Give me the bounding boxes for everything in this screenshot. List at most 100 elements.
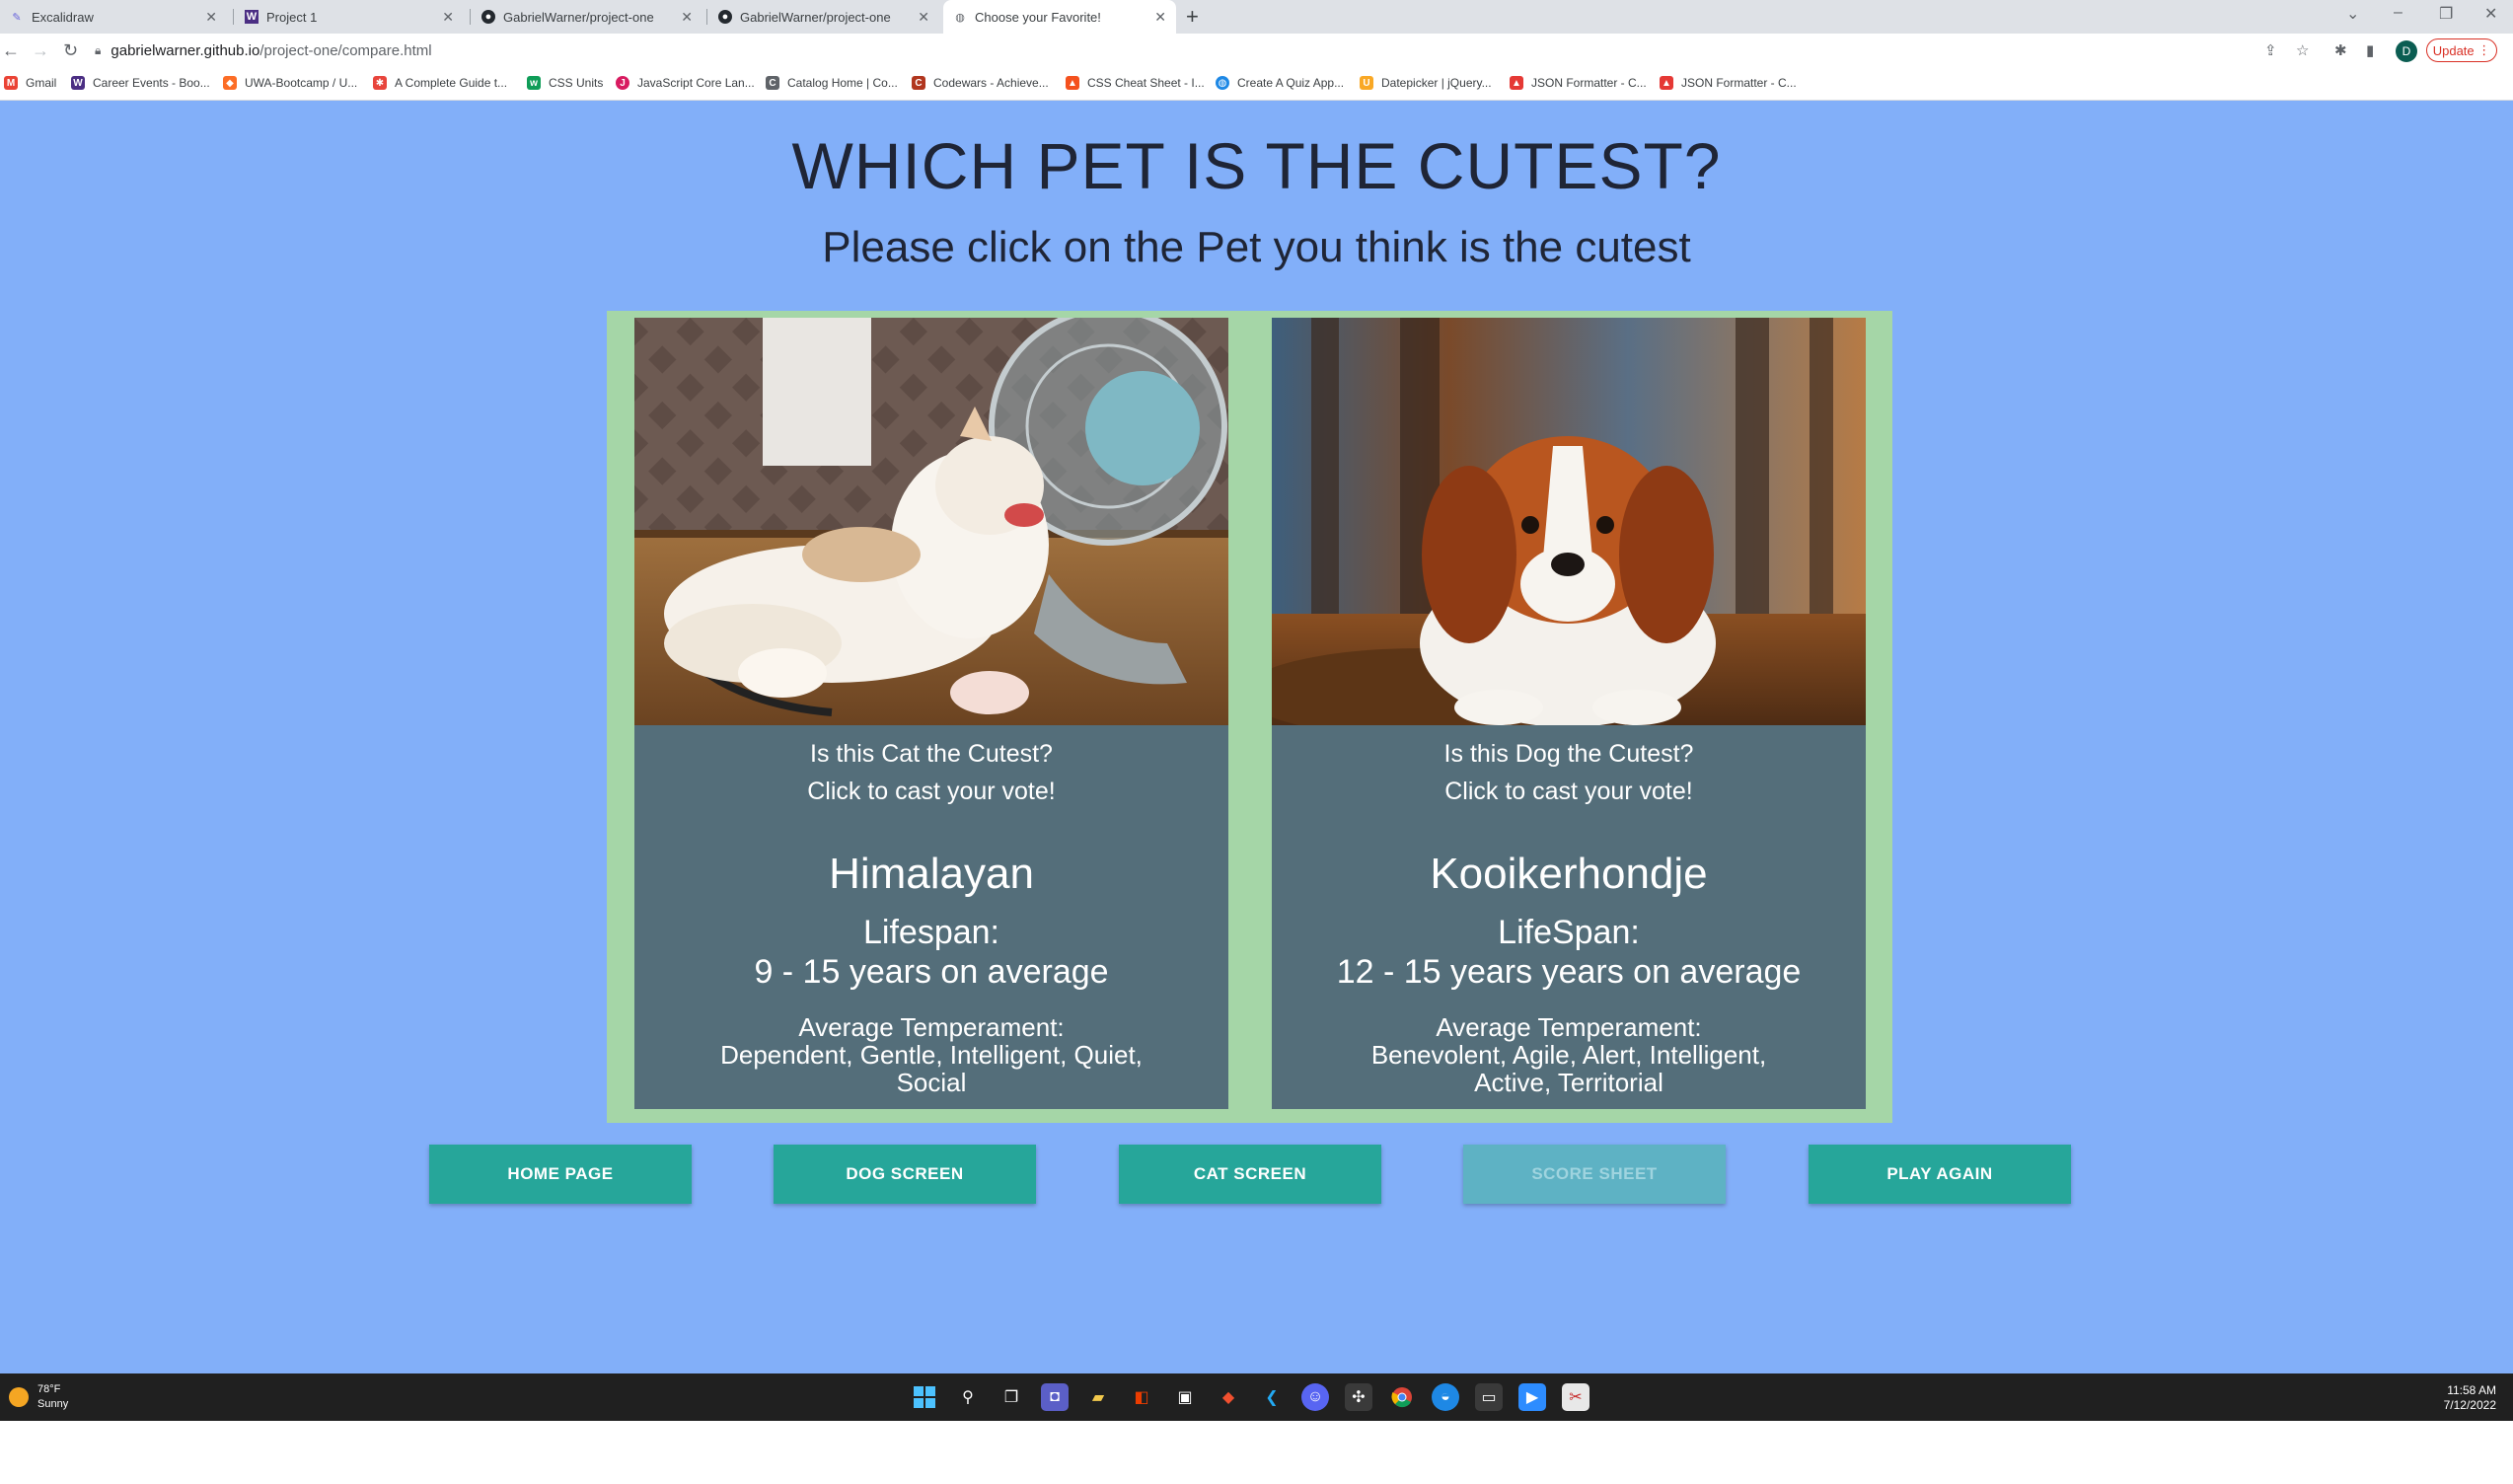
url-path: /project-one/compare.html	[259, 42, 432, 59]
dog-breed: Kooikerhondje	[1430, 850, 1708, 898]
bookmark-label: UWA-Bootcamp / U...	[245, 76, 358, 90]
javascript-icon: J	[616, 76, 629, 90]
vscode-icon[interactable]: ❮	[1258, 1383, 1286, 1411]
bookmark-gmail[interactable]: M Gmail	[4, 76, 56, 90]
pet-comparison-area: Is this Cat the Cutest? Click to cast yo…	[607, 311, 1892, 1123]
bookmark-json-formatter-1[interactable]: ▲ JSON Formatter - C...	[1510, 76, 1647, 90]
dog-photo	[1272, 318, 1866, 725]
office-icon[interactable]: ◧	[1128, 1383, 1155, 1411]
bookmark-complete-guide[interactable]: ✱ A Complete Guide t...	[373, 76, 507, 90]
tab-github-1[interactable]: ● GabrielWarner/project-one ✕	[472, 0, 702, 34]
forward-button[interactable]: →	[32, 40, 49, 61]
dog-cta: Click to cast your vote!	[1444, 778, 1693, 805]
weather-widget[interactable]: 78°F Sunny	[37, 1382, 68, 1412]
bookmark-datepicker[interactable]: U Datepicker | jQuery...	[1360, 76, 1492, 90]
bookmark-career-events[interactable]: W Career Events - Boo...	[71, 76, 210, 90]
tab-title: Choose your Favorite!	[975, 9, 1101, 25]
update-label: Update	[2432, 42, 2475, 58]
avatar[interactable]: D	[2396, 40, 2417, 62]
bookmark-css-units[interactable]: w CSS Units	[527, 76, 603, 90]
extensions-icon[interactable]: ✱	[2334, 41, 2347, 59]
url-field[interactable]: 🔒︎ gabrielwarner.github.io/project-one/c…	[95, 42, 432, 59]
bookmark-codewars[interactable]: C Codewars - Achieve...	[912, 76, 1049, 90]
tab-choose-your-favorite[interactable]: ◍ Choose your Favorite! ✕	[943, 0, 1176, 34]
clock-time: 11:58 AM	[2447, 1383, 2496, 1397]
bookmark-javascript-core[interactable]: J JavaScript Core Lan...	[616, 76, 755, 90]
play-again-button[interactable]: PLAY AGAIN	[1809, 1145, 2071, 1204]
minimize-button[interactable]: –	[2394, 4, 2402, 22]
close-icon[interactable]: ✕	[918, 9, 929, 26]
terminal-icon[interactable]: ▭	[1475, 1383, 1503, 1411]
close-icon[interactable]: ✕	[442, 9, 454, 26]
teams-chat-icon[interactable]: ◘	[1041, 1383, 1069, 1411]
dog-lifespan-value: 12 - 15 years years on average	[1336, 953, 1802, 991]
search-icon[interactable]: ⚲	[954, 1383, 982, 1411]
close-icon[interactable]: ✕	[1154, 9, 1166, 26]
fox-icon: ▲	[1066, 76, 1079, 90]
dog-screen-button[interactable]: DOG SCREEN	[774, 1145, 1036, 1204]
snipping-tool-icon[interactable]: ✂	[1562, 1383, 1589, 1411]
page-subtitle: Please click on the Pet you think is the…	[822, 223, 1691, 271]
new-tab-button[interactable]: +	[1186, 4, 1199, 30]
messenger-icon[interactable]: ◒	[1432, 1383, 1459, 1411]
system-clock[interactable]: 11:58 AM 7/12/2022	[2444, 1383, 2496, 1413]
page-content: WHICH PET IS THE CUTEST? Please click on…	[0, 101, 2513, 1373]
file-explorer-icon[interactable]: ▰	[1084, 1383, 1112, 1411]
bookmark-label: Create A Quiz App...	[1237, 76, 1345, 90]
windows-start-icon[interactable]	[911, 1383, 938, 1411]
weather-condition: Sunny	[37, 1398, 69, 1410]
chrome-icon[interactable]	[1388, 1383, 1416, 1411]
sun-icon[interactable]	[9, 1387, 29, 1407]
cat-lifespan-label: Lifespan:	[863, 914, 999, 951]
discord-icon[interactable]: ☺	[1301, 1383, 1329, 1411]
cat-card[interactable]: Is this Cat the Cutest? Click to cast yo…	[634, 318, 1228, 1109]
tab-excalidraw[interactable]: ✎ Excalidraw ✕	[0, 0, 227, 34]
asterisk-icon: ✱	[373, 76, 387, 90]
bookmark-catalog-home[interactable]: C Catalog Home | Co...	[766, 76, 898, 90]
cat-cta: Click to cast your vote!	[807, 778, 1056, 805]
reload-button[interactable]: ↻	[63, 40, 78, 61]
github-icon: ●	[481, 10, 495, 24]
tab-search-icon[interactable]: ⌄	[2346, 4, 2359, 24]
close-window-button[interactable]: ✕	[2484, 4, 2497, 24]
side-panel-icon[interactable]: ▮	[2366, 41, 2374, 59]
tab-project-1[interactable]: W Project 1 ✕	[235, 0, 464, 34]
store-icon[interactable]: ▣	[1171, 1383, 1199, 1411]
bookmarks-bar: M Gmail W Career Events - Boo... ◆ UWA-Boot…	[0, 67, 2513, 101]
back-button[interactable]: ←	[2, 40, 20, 61]
w-icon: W	[245, 10, 259, 24]
share-icon[interactable]: ⇪	[2264, 41, 2277, 59]
bookmark-label: Catalog Home | Co...	[787, 76, 898, 90]
bookmark-label: A Complete Guide t...	[395, 76, 508, 90]
restore-button[interactable]: ❐	[2439, 4, 2453, 24]
cat-screen-button[interactable]: CAT SCREEN	[1119, 1145, 1381, 1204]
cat-photo	[634, 318, 1228, 725]
bookmark-label: JSON Formatter - C...	[1531, 76, 1647, 90]
dog-card[interactable]: Is this Dog the Cutest? Click to cast yo…	[1272, 318, 1866, 1109]
cat-breed: Himalayan	[829, 850, 1034, 898]
codewars-icon: C	[912, 76, 925, 90]
close-icon[interactable]: ✕	[205, 9, 217, 26]
bookmark-star-icon[interactable]: ☆	[2296, 41, 2309, 59]
update-button[interactable]: Update ⋮	[2426, 38, 2497, 62]
globe-icon: ◍	[1216, 76, 1229, 90]
slack-icon[interactable]: ✣	[1345, 1383, 1372, 1411]
home-page-button[interactable]: HOME PAGE	[429, 1145, 692, 1204]
jquery-icon: U	[1360, 76, 1373, 90]
tab-github-2[interactable]: ● GabrielWarner/project-one ✕	[708, 0, 939, 34]
git-icon[interactable]: ◆	[1215, 1383, 1242, 1411]
bookmark-uwa-bootcamp[interactable]: ◆ UWA-Bootcamp / U...	[223, 76, 357, 90]
tab-strip: ✎ Excalidraw ✕ W Project 1 ✕ ● GabrielWa…	[0, 0, 2513, 34]
score-sheet-button: SCORE SHEET	[1463, 1145, 1726, 1204]
bookmark-label: Career Events - Boo...	[93, 76, 210, 90]
bookmark-label: Gmail	[26, 76, 57, 90]
bookmark-label: CSS Units	[549, 76, 604, 90]
json-icon: ▲	[1660, 76, 1673, 90]
bookmark-css-cheat-sheet[interactable]: ▲ CSS Cheat Sheet - I...	[1066, 76, 1205, 90]
close-icon[interactable]: ✕	[681, 9, 693, 26]
w-icon: W	[71, 76, 85, 90]
bookmark-create-quiz-app[interactable]: ◍ Create A Quiz App...	[1216, 76, 1344, 90]
zoom-icon[interactable]: ▶	[1518, 1383, 1546, 1411]
task-view-icon[interactable]: ❐	[998, 1383, 1025, 1411]
bookmark-json-formatter-2[interactable]: ▲ JSON Formatter - C...	[1660, 76, 1797, 90]
